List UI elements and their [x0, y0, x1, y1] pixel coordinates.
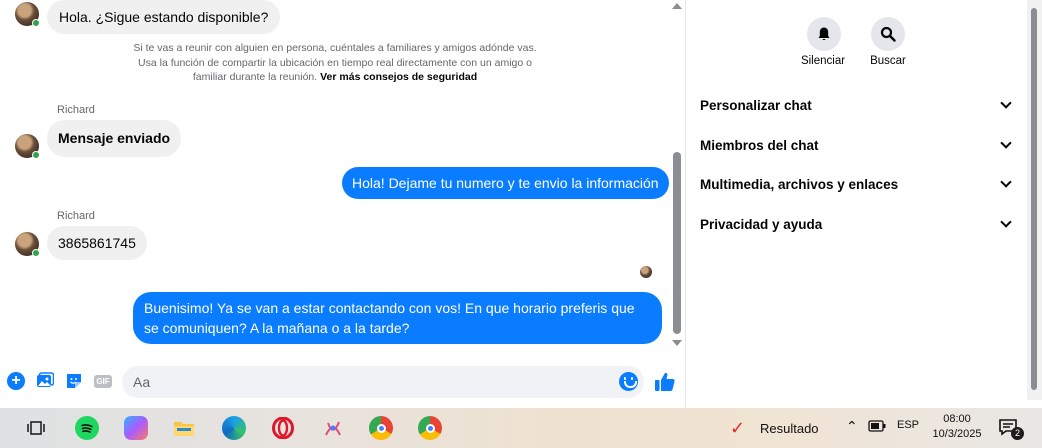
details-scrollbar[interactable] [1027, 0, 1042, 400]
chevron-up-icon[interactable]: ⌃ [846, 418, 858, 435]
plus-icon[interactable]: + [6, 371, 26, 391]
thumbs-up-icon[interactable] [654, 371, 676, 393]
battery-icon[interactable] [868, 420, 886, 435]
chevron-down-icon [1000, 176, 1012, 188]
contact-avatar[interactable] [15, 134, 40, 159]
section-label: Miembros del chat [700, 137, 819, 153]
search-button[interactable] [871, 17, 905, 51]
mute-button[interactable] [807, 17, 841, 51]
file-explorer-icon[interactable] [172, 416, 196, 440]
clock-time: 08:00 [943, 413, 971, 425]
chevron-down-icon [1000, 97, 1012, 109]
section-label: Multimedia, archivos y enlaces [700, 176, 899, 192]
clock-date: 10/3/2025 [932, 428, 982, 440]
chrome-icon[interactable] [418, 416, 442, 440]
notification-count-badge: 2 [1011, 427, 1024, 440]
scrollbar-thumb[interactable] [1031, 8, 1037, 390]
online-status-dot [32, 249, 40, 257]
section-media-files-links[interactable]: Multimedia, archivos y enlaces [700, 169, 1012, 199]
search-icon [880, 26, 896, 42]
chat-pane: Hola. ¿Sigue estando disponible? Si te v… [0, 0, 686, 408]
scroll-up-arrow[interactable] [672, 3, 682, 9]
seen-indicator-avatar [640, 266, 652, 278]
widget-result[interactable]: ✓ Resultado [730, 418, 819, 438]
message-input[interactable] [122, 366, 644, 398]
spotify-icon[interactable] [75, 416, 99, 440]
safety-notice: Si te vas a reunir con alguien en person… [125, 41, 545, 85]
safety-tips-link[interactable]: Ver más consejos de seguridad [320, 71, 477, 83]
gif-icon[interactable]: GIF [93, 371, 113, 391]
chevron-down-icon [1000, 216, 1012, 228]
chevron-down-icon [1000, 137, 1012, 149]
message-composer: + GIF [0, 360, 685, 404]
section-privacy-help[interactable]: Privacidad y ayuda [700, 209, 1012, 239]
mute-label: Silenciar [800, 55, 846, 67]
scroll-down-arrow[interactable] [672, 340, 682, 346]
online-status-dot [32, 151, 40, 159]
sender-name: Richard [57, 210, 95, 222]
scrollbar-thumb[interactable] [673, 152, 681, 334]
photo-icon[interactable] [35, 371, 55, 391]
outgoing-message[interactable]: Hola! Dejame tu numero y te envio la inf… [342, 167, 669, 199]
clock[interactable]: 08:00 10/3/2025 [925, 412, 989, 442]
chat-scrollbar[interactable] [669, 0, 685, 352]
section-label: Privacidad y ayuda [700, 216, 823, 232]
language-indicator[interactable]: ESP [897, 419, 919, 431]
incoming-message[interactable]: Hola. ¿Sigue estando disponible? [47, 0, 281, 34]
contact-avatar[interactable] [15, 2, 40, 27]
edge-icon[interactable] [222, 416, 246, 440]
outgoing-message[interactable]: Buenisimo! Ya se van a estar contactando… [133, 292, 662, 344]
sender-name: Richard [57, 104, 95, 116]
section-customize-chat[interactable]: Personalizar chat [700, 90, 1012, 120]
bell-icon [818, 27, 830, 41]
copilot-icon[interactable] [124, 416, 148, 440]
search-label: Buscar [870, 55, 906, 67]
app-icon[interactable] [321, 416, 345, 440]
result-logo-icon: ✓ [730, 418, 746, 438]
section-chat-members[interactable]: Miembros del chat [700, 130, 1012, 160]
result-label: Resultado [760, 420, 819, 436]
task-view-icon[interactable] [24, 416, 48, 440]
incoming-message[interactable]: 3865861745 [47, 226, 147, 260]
chrome-icon[interactable] [369, 416, 393, 440]
opera-icon[interactable] [271, 416, 295, 440]
chat-details-pane: Silenciar Buscar Personalizar chat Miemb… [686, 0, 1042, 408]
incoming-message[interactable]: Mensaje enviado [47, 120, 182, 157]
contact-avatar[interactable] [15, 232, 40, 257]
emoji-icon[interactable] [619, 372, 638, 391]
online-status-dot [32, 19, 40, 27]
taskbar: ✓ Resultado ⌃ ESP 08:00 10/3/2025 2 [0, 408, 1042, 448]
section-label: Personalizar chat [700, 97, 812, 113]
sticker-icon[interactable] [64, 371, 84, 391]
